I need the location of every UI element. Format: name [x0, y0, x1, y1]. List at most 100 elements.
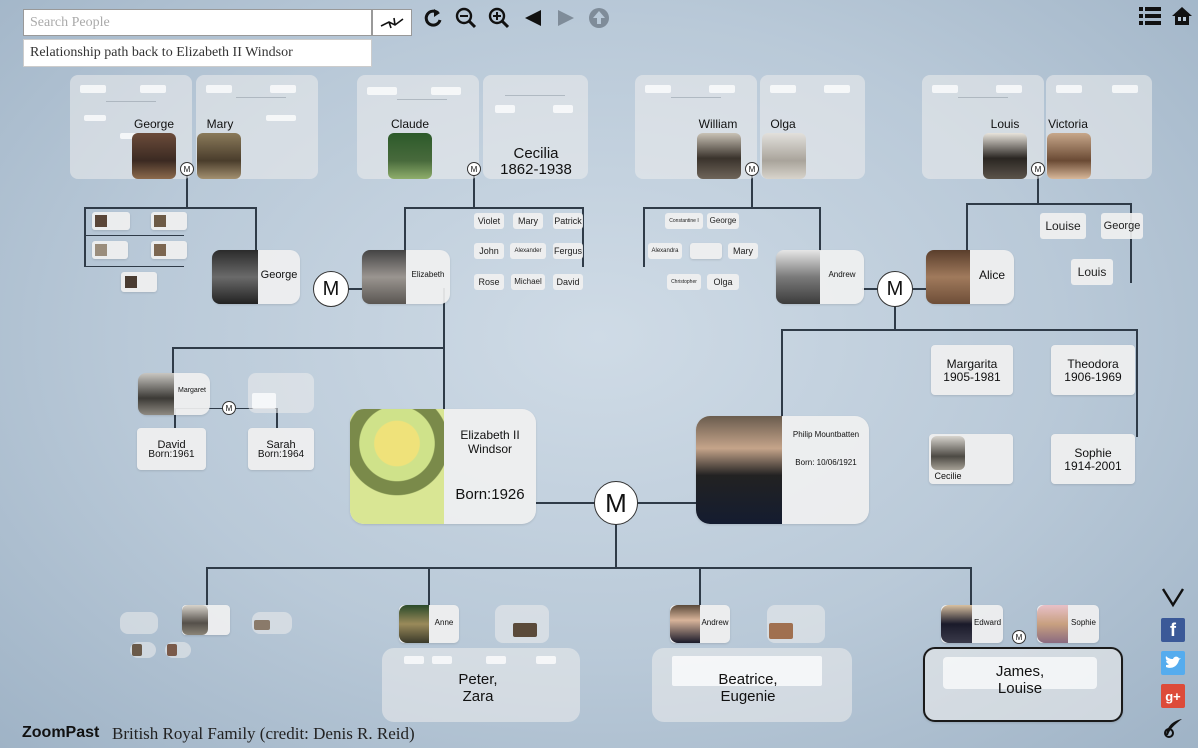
marriage-badge[interactable]: M — [1012, 630, 1026, 644]
person-card-david[interactable]: David — [553, 274, 583, 290]
zoom-in-button[interactable] — [487, 6, 511, 30]
spouse-card-anne[interactable] — [495, 605, 549, 643]
person-card-violet[interactable]: Violet — [474, 213, 504, 229]
marriage-badge-queen[interactable]: M — [594, 481, 638, 525]
family-card-william[interactable] — [130, 642, 156, 658]
person-name-louis-sr[interactable]: Louis — [977, 117, 1033, 131]
person-dates-margarita: 1905-1981 — [943, 370, 1001, 384]
person-card-sophie-wessex[interactable]: Sophie — [1037, 605, 1099, 643]
relationship-path-hint[interactable]: Relationship path back to Elizabeth II W… — [23, 39, 372, 67]
person-card-charles[interactable] — [182, 605, 230, 635]
list-view-button[interactable] — [1138, 4, 1162, 28]
marriage-badge[interactable]: M — [1031, 162, 1045, 176]
marriage-badge[interactable]: M — [180, 162, 194, 176]
facebook-share-button[interactable]: f — [1161, 618, 1185, 642]
person-card-mary-gr[interactable]: Mary — [728, 243, 758, 259]
person-card-michael[interactable]: Michael — [511, 274, 545, 290]
forward-button[interactable] — [554, 6, 578, 30]
search-button[interactable] — [372, 9, 412, 36]
back-button[interactable] — [521, 6, 545, 30]
undo-button[interactable] — [422, 6, 446, 30]
family-card-harry[interactable] — [165, 642, 191, 658]
person-card-alexander[interactable]: Alexander — [510, 243, 546, 259]
person-name-andrew-greece: Andrew — [828, 270, 856, 279]
marriage-badge[interactable]: M — [222, 401, 236, 415]
person-name-elizabeth-qm: Elizabeth — [411, 270, 445, 279]
person-card-philip[interactable]: Philip Mountbatten Born: 10/06/1921 — [696, 416, 869, 524]
person-photo-louis-sr[interactable] — [983, 133, 1027, 179]
family-children-beatrice-eugenie[interactable]: Beatrice, Eugenie — [700, 671, 796, 705]
person-name-george-v[interactable]: George — [126, 117, 182, 131]
person-card-anne[interactable]: Anne — [399, 605, 459, 643]
person-card-louis[interactable]: Louis — [1071, 259, 1113, 285]
marriage-badge[interactable]: M — [313, 271, 349, 307]
spouse-card-armstrong-jones[interactable] — [248, 373, 314, 413]
person-name-claude[interactable]: Claude — [382, 117, 438, 131]
person-name-mary[interactable]: Mary — [192, 117, 248, 131]
person-card-elizabeth-qm[interactable]: Elizabeth — [362, 250, 450, 304]
person-card-theodora[interactable]: Theodora 1906-1969 — [1051, 345, 1135, 395]
person-card-constantine[interactable]: Constantine I — [665, 213, 703, 229]
person-card-cecilie[interactable]: Cecilie — [929, 434, 1013, 484]
person-card-george-gr[interactable]: George — [707, 213, 739, 229]
person-card-edward[interactable]: Edward — [941, 605, 1003, 643]
spouse-card-sarah-ferguson[interactable] — [767, 605, 825, 643]
tree-caption: British Royal Family (credit: Denis R. R… — [112, 724, 415, 743]
person-photo-andrew-greece — [776, 250, 820, 304]
person-card-mary-bl[interactable]: Mary — [513, 213, 543, 229]
person-card-sophie-greece[interactable]: Sophie 1914-2001 — [1051, 434, 1135, 484]
person-card-elizabeth-ii[interactable]: Elizabeth II Windsor Born:1926 — [350, 409, 536, 524]
person-card-alexandra[interactable]: Alexandra — [648, 243, 682, 259]
person-photo-mary[interactable] — [197, 133, 241, 179]
up-button[interactable] — [587, 6, 611, 30]
person-card-sarah[interactable]: Sarah Born:1964 — [248, 428, 314, 470]
person-name-william[interactable]: William — [690, 117, 746, 131]
mini-person-card[interactable] — [690, 243, 722, 259]
person-card-alice[interactable]: Alice — [926, 250, 1014, 304]
person-card-louise[interactable]: Louise — [1040, 213, 1086, 239]
person-card-andrew[interactable]: Andrew — [670, 605, 730, 643]
person-card-olga-gr[interactable]: Olga — [707, 274, 739, 290]
person-photo-william[interactable] — [697, 133, 741, 179]
person-card-rose[interactable]: Rose — [474, 274, 504, 290]
quill-icon — [1164, 719, 1182, 738]
person-card-christopher[interactable]: Christopher — [667, 274, 701, 290]
person-card-margarita[interactable]: Margarita 1905-1981 — [931, 345, 1013, 395]
search-input[interactable] — [23, 9, 372, 36]
person-card-patrick[interactable]: Patrick — [553, 213, 583, 229]
twitter-share-button[interactable] — [1161, 651, 1185, 675]
marriage-badge[interactable]: M — [877, 271, 913, 307]
edit-button[interactable] — [1161, 716, 1185, 740]
person-card-margaret[interactable]: Margaret — [138, 373, 210, 415]
marriage-badge[interactable]: M — [467, 162, 481, 176]
person-card-john[interactable]: John — [474, 243, 504, 259]
person-card-fergus[interactable]: Fergus — [553, 243, 583, 259]
mini-person-card[interactable] — [92, 212, 130, 230]
spouse-card-camilla[interactable] — [252, 612, 292, 634]
person-card-andrew-greece[interactable]: Andrew — [776, 250, 864, 304]
mini-person-card[interactable] — [151, 241, 187, 259]
home-button[interactable] — [1170, 4, 1194, 28]
person-name-olga[interactable]: Olga — [755, 117, 811, 131]
zoom-out-button[interactable] — [454, 6, 478, 30]
person-card-david-linley[interactable]: David Born:1961 — [137, 428, 206, 470]
brand-logo[interactable]: ZoomPast — [22, 724, 99, 742]
person-name-victoria[interactable]: Victoria — [1040, 117, 1096, 131]
person-card-george-vi[interactable]: George — [212, 250, 300, 304]
marriage-badge[interactable]: M — [745, 162, 759, 176]
family-children-james-louise[interactable]: James, Louise — [972, 663, 1068, 697]
person-name-elizabeth-ii: Elizabeth II Windsor — [460, 428, 520, 456]
mini-person-card[interactable] — [121, 272, 157, 292]
person-photo-george-v[interactable] — [132, 133, 176, 179]
collapse-button[interactable] — [1161, 585, 1185, 609]
family-card-charles[interactable] — [120, 612, 158, 634]
google-plus-share-button[interactable]: g+ — [1161, 684, 1185, 708]
family-children-peter-zara[interactable]: Peter, Zara — [430, 671, 526, 705]
person-photo-victoria[interactable] — [1047, 133, 1091, 179]
person-photo-claude[interactable] — [388, 133, 432, 179]
mini-person-card[interactable] — [151, 212, 187, 230]
person-name-cecilia[interactable]: Cecilia — [496, 145, 576, 162]
person-photo-olga[interactable] — [762, 133, 806, 179]
mini-person-card[interactable] — [92, 241, 128, 259]
person-card-george-bt[interactable]: George — [1101, 213, 1143, 239]
